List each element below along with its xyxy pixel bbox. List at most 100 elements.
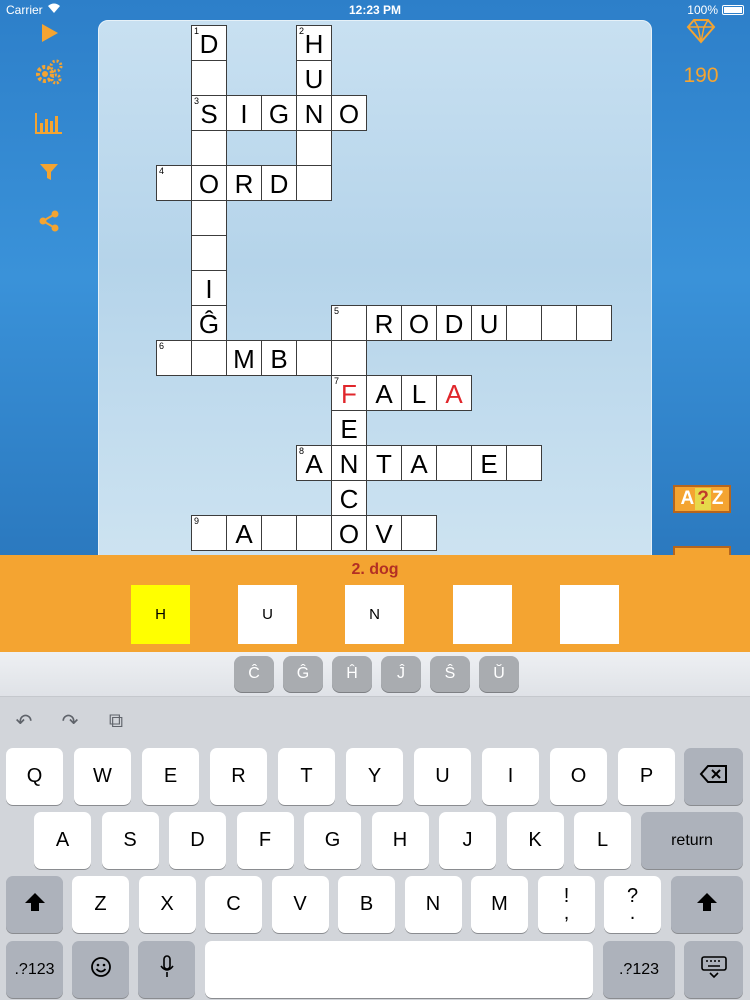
crossword-cell[interactable]: I	[226, 95, 262, 131]
answer-slot[interactable]: H	[131, 585, 190, 644]
key-r[interactable]: R	[210, 748, 267, 805]
crossword-cell[interactable]: O	[331, 515, 367, 551]
key-g[interactable]: G	[304, 812, 361, 869]
crossword-cell[interactable]: N	[296, 95, 332, 131]
shift-key-left[interactable]	[6, 876, 63, 933]
crossword-cell[interactable]: E	[331, 410, 367, 446]
play-button[interactable]	[33, 20, 65, 50]
key-s[interactable]: S	[101, 812, 159, 869]
key-c[interactable]: C	[205, 876, 262, 933]
stats-button[interactable]	[33, 110, 65, 140]
crossword-cell[interactable]: U	[296, 60, 332, 96]
crossword-cell[interactable]: A	[401, 445, 437, 481]
crossword-cell[interactable]: T	[366, 445, 402, 481]
crossword-cell[interactable]	[191, 235, 227, 271]
crossword-cell[interactable]: 6	[156, 340, 192, 376]
crossword-cell[interactable]	[191, 340, 227, 376]
key-m[interactable]: M	[471, 876, 528, 933]
crossword-cell[interactable]: D	[436, 305, 472, 341]
key-o[interactable]: O	[550, 748, 607, 805]
answer-slot[interactable]: U	[238, 585, 297, 644]
crossword-cell[interactable]: O	[331, 95, 367, 131]
crossword-cell[interactable]: I	[191, 270, 227, 306]
reveal-letter-button[interactable]: A ? Z	[673, 485, 731, 513]
crossword-cell[interactable]	[576, 305, 612, 341]
accent-key[interactable]: Ĥ	[332, 656, 372, 692]
crossword-cell[interactable]: Ĝ	[191, 305, 227, 341]
key-p[interactable]: P	[618, 748, 675, 805]
crossword-cell[interactable]: R	[366, 305, 402, 341]
key-a[interactable]: A	[34, 812, 91, 869]
crossword-cell[interactable]: 8A	[296, 445, 332, 481]
key-k[interactable]: K	[506, 812, 564, 869]
crossword-cell[interactable]: L	[401, 375, 437, 411]
crossword-cell[interactable]	[331, 340, 367, 376]
reveal-word-button[interactable]	[673, 546, 731, 555]
crossword-cell[interactable]: 3S	[191, 95, 227, 131]
crossword-cell[interactable]: A	[436, 375, 472, 411]
settings-button[interactable]	[33, 59, 65, 89]
accent-key[interactable]: Ŝ	[430, 656, 470, 692]
key-b[interactable]: B	[338, 876, 395, 933]
return-key[interactable]: return	[641, 812, 743, 869]
undo-icon[interactable]: ↶	[12, 711, 36, 733]
crossword-cell[interactable]: 5	[331, 305, 367, 341]
crossword-cell[interactable]	[541, 305, 577, 341]
crossword-cell[interactable]: 7F	[331, 375, 367, 411]
crossword-cell[interactable]	[191, 60, 227, 96]
numbers-key-left[interactable]: .?123	[6, 941, 63, 998]
space-key[interactable]	[205, 941, 593, 998]
filter-button[interactable]	[33, 159, 65, 189]
dictation-key[interactable]	[138, 941, 195, 998]
accent-key[interactable]: Ŭ	[479, 656, 519, 692]
crossword-cell[interactable]	[436, 445, 472, 481]
crossword-cell[interactable]: 4	[156, 165, 192, 201]
answer-slot[interactable]	[453, 585, 512, 644]
accent-key[interactable]: Ĝ	[283, 656, 323, 692]
crossword-cell[interactable]: D	[261, 165, 297, 201]
crossword-cell[interactable]: O	[191, 165, 227, 201]
crossword-cell[interactable]: U	[471, 305, 507, 341]
key-n[interactable]: N	[404, 876, 462, 933]
key-e[interactable]: E	[142, 748, 199, 805]
key-t[interactable]: T	[278, 748, 335, 805]
crossword-cell[interactable]	[191, 130, 227, 166]
paste-icon[interactable]: ⧉	[104, 710, 128, 732]
key-f[interactable]: F	[236, 812, 294, 869]
crossword-cell[interactable]	[506, 305, 542, 341]
key-j[interactable]: J	[439, 812, 496, 869]
crossword-cell[interactable]	[261, 515, 297, 551]
crossword-cell[interactable]: C	[331, 480, 367, 516]
shift-key-right[interactable]	[671, 876, 743, 933]
key-x[interactable]: X	[138, 876, 196, 933]
backspace-key[interactable]	[684, 748, 743, 805]
crossword-cell[interactable]	[506, 445, 542, 481]
question-period-key[interactable]: ? .	[604, 876, 661, 933]
answer-slot[interactable]: N	[345, 585, 404, 644]
answer-slot[interactable]	[560, 585, 619, 644]
crossword-cell[interactable]: B	[261, 340, 297, 376]
crossword-cell[interactable]: M	[226, 340, 262, 376]
crossword-cell[interactable]: 2H	[296, 25, 332, 61]
key-l[interactable]: L	[574, 812, 631, 869]
crossword-cell[interactable]	[296, 130, 332, 166]
redo-icon[interactable]: ↷	[58, 711, 82, 733]
key-y[interactable]: Y	[346, 748, 403, 805]
hide-keyboard-key[interactable]	[684, 941, 743, 998]
key-z[interactable]: Z	[72, 876, 129, 933]
crossword-cell[interactable]: A	[366, 375, 402, 411]
key-d[interactable]: D	[169, 812, 226, 869]
key-q[interactable]: Q	[6, 748, 63, 805]
key-h[interactable]: H	[371, 812, 429, 869]
crossword-cell[interactable]	[401, 515, 437, 551]
crossword-cell[interactable]	[296, 165, 332, 201]
crossword-cell[interactable]: E	[471, 445, 507, 481]
key-v[interactable]: V	[271, 876, 329, 933]
crossword-cell[interactable]: G	[261, 95, 297, 131]
exclamation-comma-key[interactable]: ! ,	[538, 876, 595, 933]
crossword-cell[interactable]: V	[366, 515, 402, 551]
crossword-cell[interactable]: R	[226, 165, 262, 201]
numbers-key-right[interactable]: .?123	[603, 941, 675, 998]
key-u[interactable]: U	[414, 748, 471, 805]
key-i[interactable]: I	[482, 748, 539, 805]
